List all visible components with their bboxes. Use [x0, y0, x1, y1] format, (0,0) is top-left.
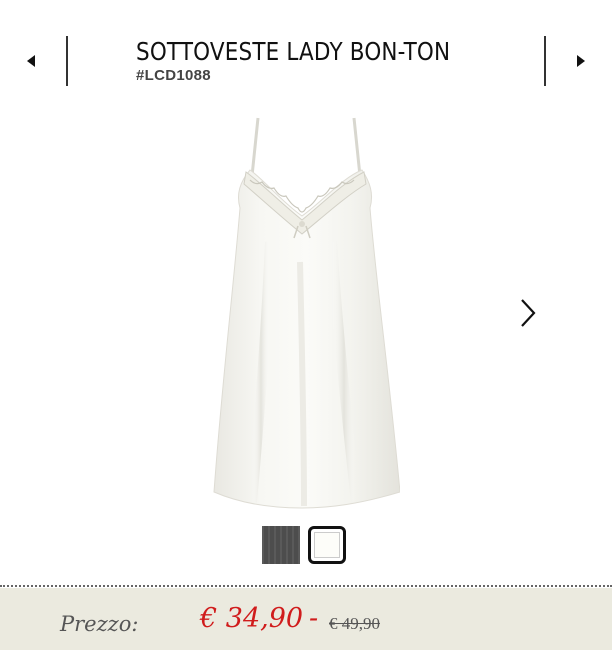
product-image[interactable]	[200, 112, 401, 518]
price-label: Prezzo:	[60, 612, 139, 636]
slip-dress-image	[213, 117, 401, 509]
product-sku: #LCD1088	[136, 67, 211, 84]
color-swatches	[262, 526, 346, 564]
previous-product-button[interactable]	[0, 36, 68, 86]
divider	[0, 585, 612, 587]
current-price: € 34,90	[200, 603, 304, 634]
product-title: SOTTOVESTE LADY BON-TON	[136, 37, 451, 66]
chevron-right-icon[interactable]	[514, 296, 540, 330]
price-separator: -	[309, 603, 319, 634]
swatch-ivory[interactable]	[308, 526, 346, 564]
triangle-right-icon	[577, 55, 585, 67]
swatch-dark-grey[interactable]	[262, 526, 300, 564]
price-bar: Prezzo: € 34,90 - € 49,90	[0, 588, 612, 650]
next-product-button[interactable]	[544, 36, 612, 86]
original-price: € 49,90	[329, 614, 380, 633]
triangle-left-icon	[27, 55, 35, 67]
product-header: SOTTOVESTE LADY BON-TON #LCD1088	[0, 0, 612, 110]
